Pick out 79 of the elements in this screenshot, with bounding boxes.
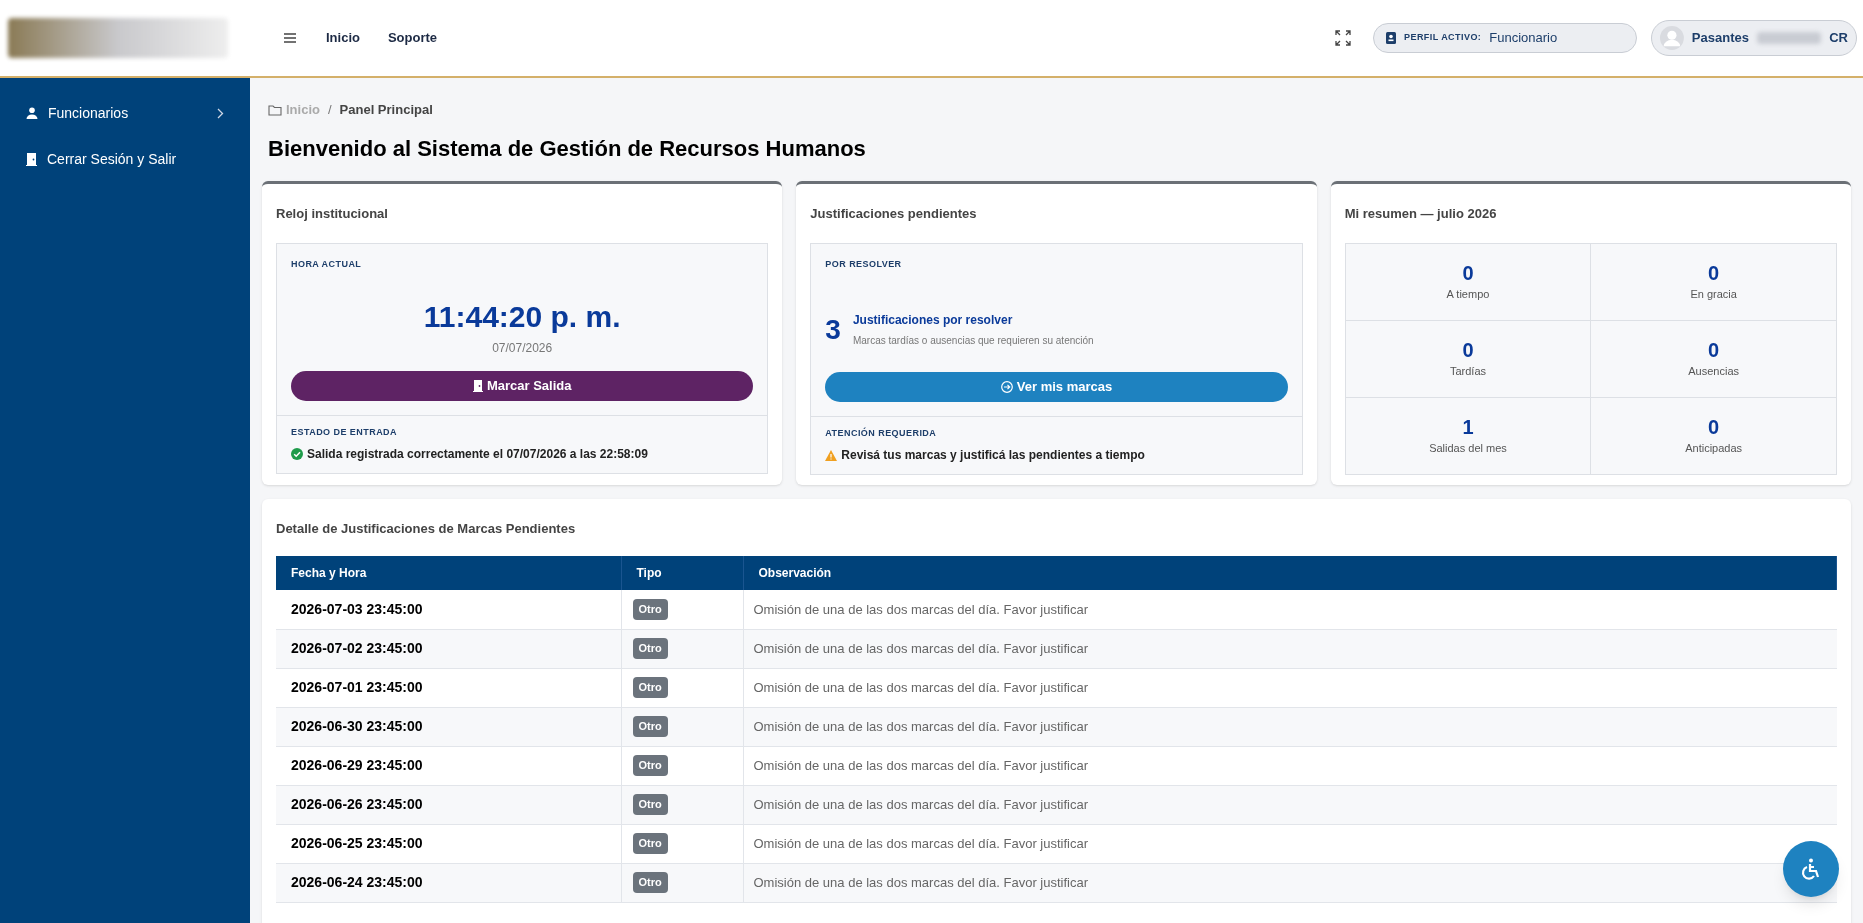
avatar-icon	[1660, 25, 1684, 51]
stat-label: Ausencias	[1688, 364, 1740, 380]
table-cell: Omisión de una de las dos marcas del día. Favor justificar	[753, 796, 1089, 812]
table-cell: Omisión de una de las dos marcas del día. Favor justificar	[753, 757, 1089, 773]
stat-value: 0	[1708, 415, 1720, 441]
card-title: Detalle de Justificaciones de Marcas Pendientes	[276, 519, 577, 538]
stat-label: Salidas del mes	[1429, 441, 1507, 457]
pending-heading: Justificaciones por resolver	[852, 312, 1014, 329]
type-tag: Otro	[632, 638, 668, 659]
type-tag: Otro	[632, 599, 668, 620]
current-time: 11:44:20 p. m.	[422, 298, 622, 335]
nav-link[interactable]: Soporte	[387, 28, 438, 48]
fullscreen-icon[interactable]	[1335, 30, 1351, 46]
type-tag: Otro	[632, 794, 668, 815]
section-label: POR RESOLVER	[825, 258, 903, 271]
table-cell: 2026-06-25 23:45:00	[276, 824, 621, 863]
user-name: Pasantes	[1691, 29, 1749, 48]
type-tag: Otro	[632, 755, 668, 776]
table-cell: Omisión de una de las dos marcas del día. Favor justificar	[753, 835, 1089, 851]
door-icon	[26, 152, 37, 166]
stat-value: 0	[1708, 261, 1720, 287]
warning-icon	[825, 449, 838, 461]
profile-label: PERFIL ACTIVO:	[1404, 31, 1482, 45]
check-circle-icon	[291, 448, 303, 460]
status-message: Salida registrada correctamente el 07/07/2026 a las 22:58:09	[307, 446, 648, 463]
type-tag: Otro	[632, 872, 668, 893]
table-cell: 2026-06-24 23:45:00	[276, 863, 621, 902]
pending-count: 3	[825, 312, 841, 347]
table-cell: Omisión de una de las dos marcas del día. Favor justificar	[753, 718, 1089, 734]
pending-note: Marcas tardías o ausencias que requieren su atención	[852, 334, 1094, 348]
type-tag: Otro	[632, 677, 668, 698]
table-cell: 2026-07-03 23:45:00	[276, 590, 621, 629]
profile-value: Funcionario	[1489, 29, 1558, 48]
door-icon	[472, 379, 483, 392]
view-marks-button[interactable]: Ver mis marcas	[825, 371, 1288, 402]
sidebar-item[interactable]: Cerrar Sesión y Salir	[0, 136, 250, 182]
stat-value: 0	[1462, 261, 1474, 287]
stat-label: A tiempo	[1446, 287, 1490, 303]
folder-icon	[268, 103, 282, 116]
nav-link[interactable]: Inicio	[326, 28, 360, 48]
card-title: Mi resumen — julio 2026	[1344, 204, 1498, 223]
person-icon	[26, 107, 38, 119]
redacted-name	[1756, 32, 1822, 44]
id-badge-icon	[1386, 32, 1396, 44]
table-cell: 2026-07-01 23:45:00	[276, 668, 621, 707]
menu-icon[interactable]	[284, 33, 296, 43]
arrow-circle-icon	[1000, 380, 1013, 393]
active-profile-field[interactable]: PERFIL ACTIVO: Funcionario	[1373, 23, 1637, 53]
section-label: HORA ACTUAL	[291, 258, 363, 271]
card-title: Reloj institucional	[276, 204, 389, 223]
card-title: Justificaciones pendientes	[810, 204, 978, 223]
sidebar-item[interactable]: Funcionarios	[0, 90, 250, 136]
section-label: ATENCIÓN REQUERIDA	[825, 426, 938, 440]
stat-label: Anticipadas	[1685, 441, 1743, 457]
alert-message: Revisá tus marcas y justificá las pendientes a tiempo	[841, 447, 1145, 464]
stat-value: 0	[1462, 338, 1474, 364]
breadcrumb-separator: /	[327, 101, 332, 119]
table-cell: 2026-06-26 23:45:00	[276, 785, 621, 824]
section-label: ESTADO DE ENTRADA	[291, 425, 398, 439]
user-menu-button[interactable]: Pasantes CR	[1651, 20, 1857, 56]
clock-out-button[interactable]: Marcar Salida	[291, 370, 754, 401]
breadcrumb-current: Panel Principal	[339, 101, 433, 119]
type-tag: Otro	[632, 833, 668, 854]
table-cell: 2026-06-29 23:45:00	[276, 746, 621, 785]
type-tag: Otro	[632, 716, 668, 737]
table-cell: Omisión de una de las dos marcas del día. Favor justificar	[753, 874, 1089, 890]
stat-label: Tardías	[1449, 364, 1486, 380]
stat-value: 0	[1708, 338, 1720, 364]
table-cell: Omisión de una de las dos marcas del día. Favor justificar	[753, 601, 1089, 617]
current-date: 07/07/2026	[491, 339, 554, 357]
table-cell: Omisión de una de las dos marcas del día. Favor justificar	[753, 640, 1089, 656]
stat-value: 1	[1462, 415, 1474, 441]
page-title: Bienvenido al Sistema de Gestión de Recursos Humanos	[267, 134, 867, 163]
table-cell: 2026-06-30 23:45:00	[276, 707, 621, 746]
user-name: CR	[1829, 29, 1848, 48]
chevron-right-icon	[217, 107, 224, 119]
table-cell: Omisión de una de las dos marcas del día. Favor justificar	[753, 679, 1089, 695]
stat-label: En gracia	[1690, 287, 1737, 303]
table-cell: 2026-07-02 23:45:00	[276, 629, 621, 668]
